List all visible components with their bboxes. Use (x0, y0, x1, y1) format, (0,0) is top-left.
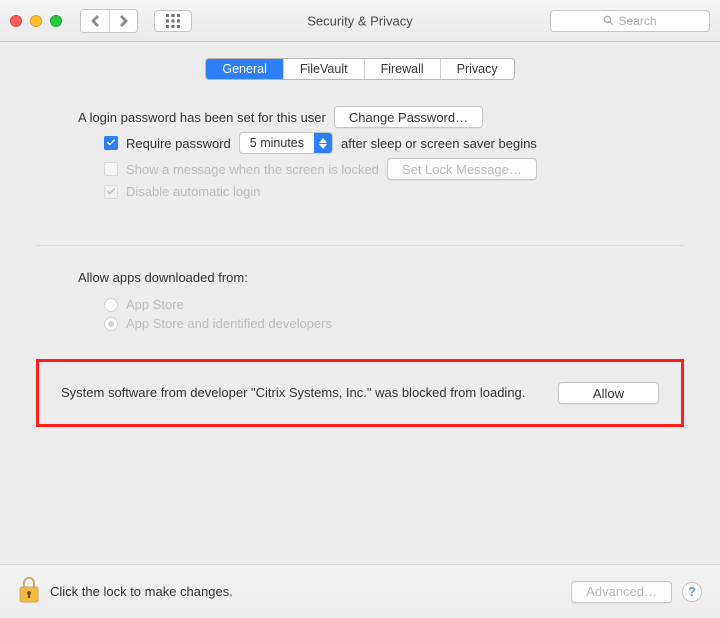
title-bar: Security & Privacy Search (0, 0, 720, 42)
maximize-icon[interactable] (50, 15, 62, 27)
footer-bar: Click the lock to make changes. Advanced… (0, 564, 720, 618)
disable-auto-login-label: Disable automatic login (126, 184, 260, 199)
radio-appstore (104, 298, 118, 312)
change-password-button[interactable]: Change Password… (334, 106, 483, 128)
advanced-button: Advanced… (571, 581, 672, 603)
checkmark-icon (106, 138, 116, 148)
minimize-icon[interactable] (30, 15, 42, 27)
disable-auto-login-checkbox (104, 185, 118, 199)
tab-bar: General FileVault Firewall Privacy (36, 58, 684, 80)
tab-general[interactable]: General (206, 59, 282, 79)
blocked-software-notice: System software from developer "Citrix S… (36, 359, 684, 427)
lock-text: Click the lock to make changes. (50, 584, 233, 599)
set-lock-message-button: Set Lock Message… (387, 158, 537, 180)
back-button[interactable] (81, 10, 109, 32)
require-password-checkbox[interactable] (104, 136, 118, 150)
forward-button[interactable] (109, 10, 137, 32)
show-all-button[interactable] (154, 10, 192, 32)
grid-icon (166, 14, 180, 28)
search-input[interactable]: Search (550, 10, 710, 32)
checkmark-icon (106, 187, 116, 197)
blocked-software-text: System software from developer "Citrix S… (61, 384, 542, 402)
tab-privacy[interactable]: Privacy (440, 59, 514, 79)
divider (36, 245, 684, 246)
search-icon (603, 15, 614, 26)
delay-value: 5 minutes (240, 133, 314, 153)
select-stepper-icon (314, 133, 332, 153)
show-message-label: Show a message when the screen is locked (126, 162, 379, 177)
radio-appstore-label: App Store (126, 297, 184, 312)
login-intro-text: A login password has been set for this u… (78, 110, 326, 125)
nav-buttons (80, 9, 138, 33)
require-password-delay-select[interactable]: 5 minutes (239, 132, 333, 154)
chevron-right-icon (120, 15, 128, 27)
downloads-heading: Allow apps downloaded from: (78, 270, 248, 285)
after-sleep-text: after sleep or screen saver begins (341, 136, 537, 151)
require-password-label: Require password (126, 136, 231, 151)
window-title: Security & Privacy (307, 13, 412, 28)
help-button[interactable]: ? (682, 582, 702, 602)
allow-button[interactable]: Allow (558, 382, 659, 404)
close-icon[interactable] (10, 15, 22, 27)
show-message-checkbox (104, 162, 118, 176)
window-controls (10, 15, 62, 27)
search-placeholder: Search (618, 14, 656, 28)
lock-icon[interactable] (18, 576, 40, 607)
tab-filevault[interactable]: FileVault (283, 59, 364, 79)
chevron-left-icon (91, 15, 99, 27)
tab-firewall[interactable]: Firewall (364, 59, 440, 79)
radio-appstore-identified-label: App Store and identified developers (126, 316, 332, 331)
radio-appstore-identified (104, 317, 118, 331)
